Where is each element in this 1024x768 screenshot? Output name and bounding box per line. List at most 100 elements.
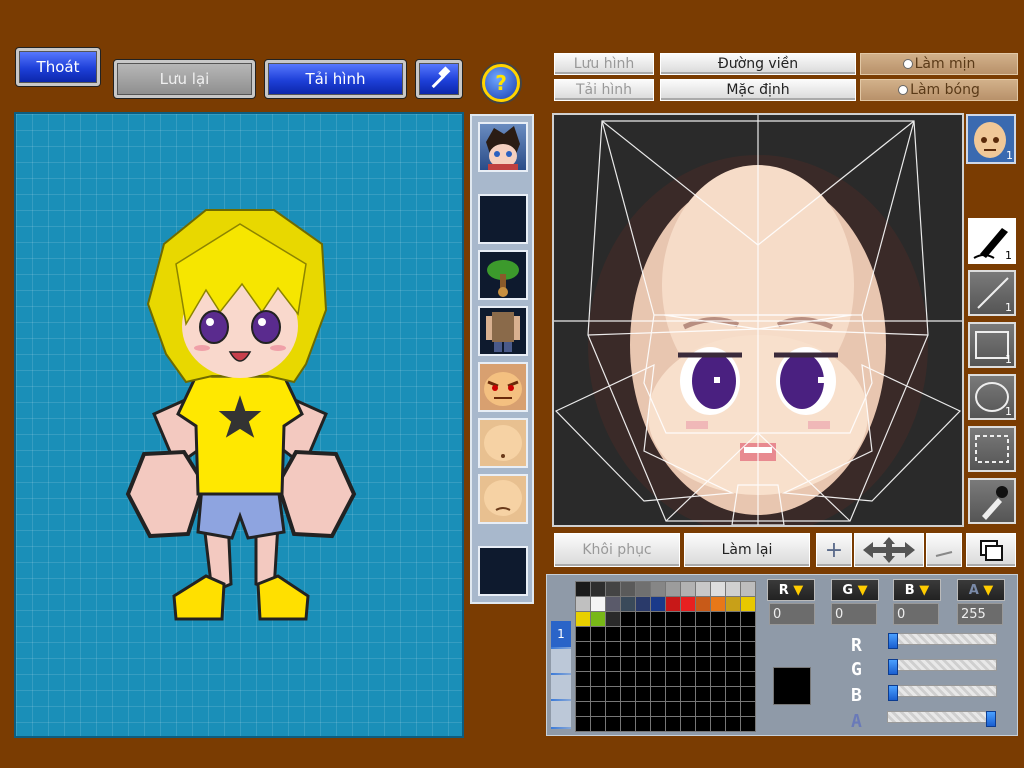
palette-tab-4[interactable] bbox=[551, 701, 571, 727]
palette-swatch[interactable] bbox=[636, 687, 650, 701]
palette-swatch[interactable] bbox=[606, 642, 620, 656]
palette-swatch[interactable] bbox=[666, 672, 680, 686]
palette-swatch[interactable] bbox=[666, 612, 680, 626]
line-tool[interactable]: 1 bbox=[968, 270, 1016, 316]
part-face-sad-slot[interactable] bbox=[478, 474, 528, 524]
palette-tab-1[interactable]: 1 bbox=[551, 621, 571, 647]
save-button[interactable]: Lưu lại bbox=[114, 60, 255, 98]
palette-swatch[interactable] bbox=[651, 717, 665, 731]
palette-tab-2[interactable] bbox=[551, 649, 571, 673]
palette-swatch[interactable] bbox=[666, 657, 680, 671]
palette-swatch[interactable] bbox=[591, 582, 605, 596]
default-button[interactable]: Mặc định bbox=[660, 79, 856, 101]
palette-swatch[interactable] bbox=[681, 597, 695, 611]
palette-swatch[interactable] bbox=[651, 702, 665, 716]
palette-swatch[interactable] bbox=[696, 657, 710, 671]
palette-swatch[interactable] bbox=[726, 627, 740, 641]
minus-button[interactable] bbox=[926, 533, 962, 567]
palette-swatch[interactable] bbox=[591, 612, 605, 626]
face-thumbnail[interactable]: 1 bbox=[966, 114, 1016, 164]
palette-swatch[interactable] bbox=[591, 717, 605, 731]
palette-swatch[interactable] bbox=[651, 672, 665, 686]
palette-swatch[interactable] bbox=[741, 657, 755, 671]
rectangle-tool[interactable]: 1 bbox=[968, 322, 1016, 368]
palette-swatch[interactable] bbox=[681, 642, 695, 656]
reload-button[interactable]: Tải hình bbox=[265, 60, 406, 98]
palette-swatch[interactable] bbox=[681, 582, 695, 596]
palette-swatch[interactable] bbox=[726, 582, 740, 596]
palette-swatch[interactable] bbox=[696, 702, 710, 716]
palette-swatch[interactable] bbox=[606, 672, 620, 686]
part-tree-slot[interactable] bbox=[478, 250, 528, 300]
palette-tab-3[interactable] bbox=[551, 675, 571, 699]
shine-radio[interactable]: Làm bóng bbox=[860, 79, 1018, 101]
palette-swatch[interactable] bbox=[681, 627, 695, 641]
r-value-field[interactable]: 0 bbox=[769, 603, 815, 625]
palette-swatch[interactable] bbox=[711, 702, 725, 716]
palette-swatch[interactable] bbox=[576, 687, 590, 701]
palette-swatch[interactable] bbox=[741, 672, 755, 686]
palette-swatch[interactable] bbox=[666, 597, 680, 611]
part-body-slot[interactable] bbox=[478, 306, 528, 356]
palette-swatch[interactable] bbox=[726, 657, 740, 671]
smooth-radio[interactable]: Làm mịn bbox=[860, 53, 1018, 75]
palette-swatch[interactable] bbox=[681, 672, 695, 686]
part-head-slot[interactable] bbox=[478, 122, 528, 172]
palette-swatch[interactable] bbox=[696, 612, 710, 626]
palette-swatch[interactable] bbox=[636, 627, 650, 641]
b-slider[interactable] bbox=[887, 685, 997, 701]
palette-swatch[interactable] bbox=[726, 642, 740, 656]
palette-swatch[interactable] bbox=[726, 687, 740, 701]
a-slider[interactable] bbox=[887, 711, 997, 727]
palette-swatch[interactable] bbox=[696, 582, 710, 596]
palette-swatch[interactable] bbox=[741, 717, 755, 731]
palette-swatch[interactable] bbox=[606, 582, 620, 596]
palette-swatch[interactable] bbox=[726, 717, 740, 731]
palette-swatch[interactable] bbox=[621, 657, 635, 671]
palette-swatch[interactable] bbox=[636, 612, 650, 626]
palette-swatch[interactable] bbox=[666, 702, 680, 716]
texture-canvas[interactable] bbox=[552, 113, 964, 535]
palette-swatch[interactable] bbox=[666, 642, 680, 656]
palette-swatch[interactable] bbox=[621, 642, 635, 656]
palette-swatch[interactable] bbox=[681, 702, 695, 716]
palette-swatch[interactable] bbox=[711, 672, 725, 686]
restore-button[interactable]: Khôi phục bbox=[554, 533, 680, 567]
palette-swatch[interactable] bbox=[696, 672, 710, 686]
select-tool[interactable] bbox=[968, 426, 1016, 472]
palette-swatch[interactable] bbox=[726, 672, 740, 686]
palette-swatch[interactable] bbox=[576, 582, 590, 596]
r-slider-knob[interactable] bbox=[888, 633, 898, 649]
palette-swatch[interactable] bbox=[621, 597, 635, 611]
save-image-button[interactable]: Lưu hình bbox=[554, 53, 654, 75]
a-slider-knob[interactable] bbox=[986, 711, 996, 727]
palette-swatch[interactable] bbox=[606, 717, 620, 731]
palette-swatch[interactable] bbox=[591, 687, 605, 701]
palette-swatch[interactable] bbox=[681, 657, 695, 671]
add-button[interactable]: + bbox=[816, 533, 852, 567]
palette-swatch[interactable] bbox=[666, 627, 680, 641]
palette-swatch[interactable] bbox=[621, 582, 635, 596]
palette-swatch[interactable] bbox=[681, 717, 695, 731]
palette-swatch[interactable] bbox=[726, 702, 740, 716]
palette-swatch[interactable] bbox=[696, 597, 710, 611]
palette-swatch[interactable] bbox=[606, 627, 620, 641]
palette-grid[interactable] bbox=[575, 581, 756, 732]
palette-swatch[interactable] bbox=[576, 657, 590, 671]
palette-swatch[interactable] bbox=[741, 687, 755, 701]
palette-swatch[interactable] bbox=[741, 582, 755, 596]
palette-swatch[interactable] bbox=[651, 657, 665, 671]
palette-swatch[interactable] bbox=[741, 627, 755, 641]
palette-swatch[interactable] bbox=[636, 582, 650, 596]
r-channel-dropdown[interactable]: R ▼ bbox=[767, 579, 815, 601]
a-value-field[interactable]: 255 bbox=[957, 603, 1003, 625]
load-image-button[interactable]: Tải hình bbox=[554, 79, 654, 101]
palette-swatch[interactable] bbox=[666, 582, 680, 596]
palette-swatch[interactable] bbox=[741, 612, 755, 626]
palette-swatch[interactable] bbox=[741, 597, 755, 611]
palette-swatch[interactable] bbox=[711, 657, 725, 671]
g-value-field[interactable]: 0 bbox=[831, 603, 877, 625]
a-channel-dropdown[interactable]: A ▼ bbox=[957, 579, 1005, 601]
palette-swatch[interactable] bbox=[591, 627, 605, 641]
palette-swatch[interactable] bbox=[606, 597, 620, 611]
